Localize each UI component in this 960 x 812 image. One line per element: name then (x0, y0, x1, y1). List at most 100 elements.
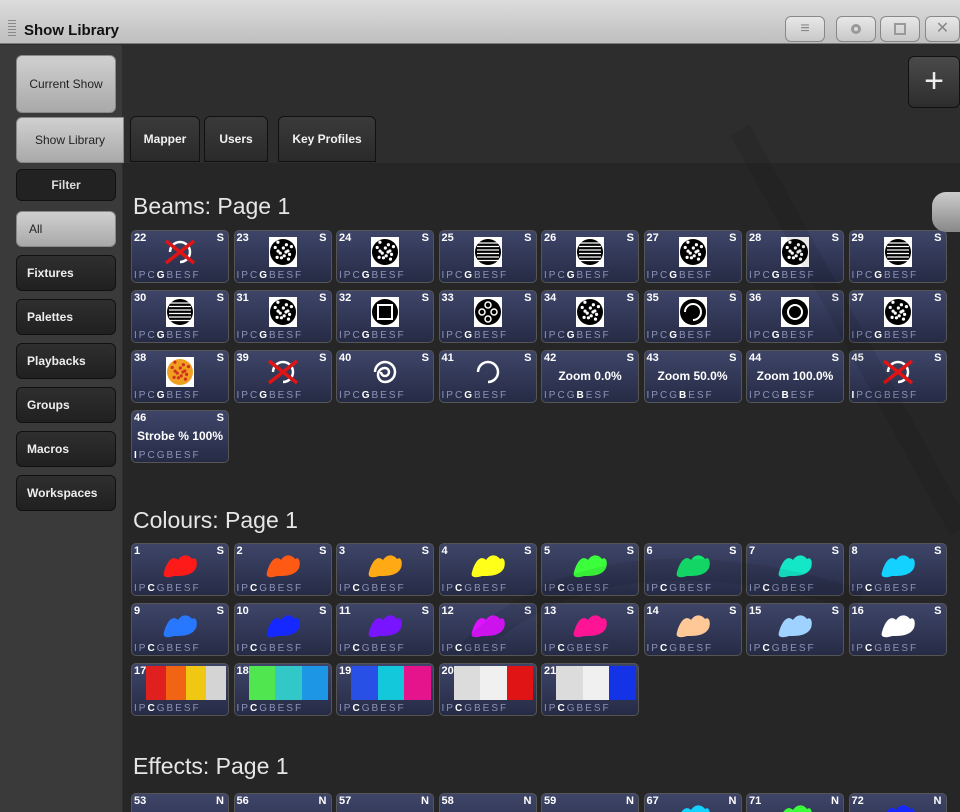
library-tile[interactable]: 42 S Zoom 0.0% IPCGBESF (541, 350, 639, 403)
colour-swatch-icon (163, 555, 197, 578)
library-tile[interactable]: 28 S IPCGBESF (746, 230, 844, 283)
attribute-letters: IPCGBESF (441, 703, 509, 714)
tile-number: 13 (544, 605, 557, 617)
library-tile[interactable]: 3 S IPCGBESF (336, 543, 434, 596)
library-tile[interactable]: 37 S IPCGBESF (848, 290, 947, 343)
library-tile[interactable]: 56NIPCGBESF (233, 793, 332, 812)
drag-grip[interactable] (8, 20, 16, 38)
library-tile[interactable]: 38 S IPCGBESF (131, 350, 229, 403)
library-tile[interactable]: 9 S IPCGBESF (131, 603, 229, 656)
library-tile[interactable]: 26 S IPCGBESF (541, 230, 639, 283)
library-tile[interactable]: 58NIPCGBESF (438, 793, 537, 812)
attribute-letters: IPCGBESF (851, 643, 919, 654)
attribute-letters: IPCGBESF (236, 703, 304, 714)
library-tile[interactable]: 20NIPCGBESF (438, 663, 537, 716)
gobo-stripes-icon (473, 237, 502, 267)
close-icon[interactable]: ✕ (925, 16, 960, 42)
library-tile[interactable]: 22 S IPCGBESF (131, 230, 229, 283)
gobo-colour-icon (166, 357, 194, 387)
filter-fixtures[interactable]: Fixtures (16, 255, 116, 291)
library-tile[interactable]: 41 S IPCGBESF (438, 350, 537, 403)
show-library-button[interactable]: Show Library (16, 117, 124, 163)
attribute-letters: IPCGBESF (851, 583, 919, 594)
library-tile[interactable]: 29 S IPCGBESF (848, 230, 947, 283)
filter-groups[interactable]: Groups (16, 387, 116, 423)
library-tile[interactable]: 36 S IPCGBESF (746, 290, 844, 343)
library-tile[interactable]: 18NIPCGBESF (233, 663, 332, 716)
library-tile[interactable]: 1 S IPCGBESF (131, 543, 229, 596)
library-tile[interactable]: 7 S IPCGBESF (746, 543, 844, 596)
attribute-letters: IPCGBESF (339, 703, 406, 714)
colour-stripe (506, 666, 534, 700)
scroll-handle[interactable] (932, 192, 960, 232)
filter-workspaces[interactable]: Workspaces (16, 475, 116, 511)
library-tile[interactable]: 23 S IPCGBESF (233, 230, 332, 283)
library-tile[interactable]: 32 S IPCGBESF (336, 290, 434, 343)
gobo-cracks-icon (268, 297, 297, 327)
filter-macros[interactable]: Macros (16, 431, 116, 467)
library-tile[interactable]: 2 S IPCGBESF (233, 543, 332, 596)
library-tile[interactable]: 14 S IPCGBESF (643, 603, 742, 656)
menu-icon[interactable]: ≡ (785, 16, 825, 42)
tile-number: 8 (851, 545, 858, 557)
filter-playbacks[interactable]: Playbacks (16, 343, 116, 379)
colour-swatch-icon (881, 615, 915, 638)
colour-stripe (480, 666, 507, 700)
library-tile[interactable]: 39 S IPCGBESF (233, 350, 332, 403)
gobo-ring-icon (781, 297, 809, 327)
tab-key-profiles[interactable]: Key Profiles (278, 116, 376, 162)
tile-flag: S (216, 412, 224, 424)
tab-mapper[interactable]: Mapper (130, 116, 200, 162)
library-tile[interactable]: 53NIPCGBESF (131, 793, 229, 812)
filter-all[interactable]: All (16, 211, 116, 247)
attribute-letters: IPCGBESF (134, 270, 201, 281)
gobo-rotate-icon (476, 360, 499, 384)
library-tile[interactable]: 25 S IPCGBESF (438, 230, 537, 283)
library-tile[interactable]: 12 S IPCGBESF (438, 603, 537, 656)
library-tile[interactable]: 43 S Zoom 50.0% IPCGBESF (643, 350, 742, 403)
filter-palettes[interactable]: Palettes (16, 299, 116, 335)
library-tile[interactable]: 40 S IPCGBESF (336, 350, 434, 403)
library-tile[interactable]: 59NIPCGBESF (541, 793, 639, 812)
library-tile[interactable]: 19NIPCGBESF (336, 663, 434, 716)
library-tile[interactable]: 67NIPCGBESF (643, 793, 742, 812)
library-tile[interactable]: 34 S IPCGBESF (541, 290, 639, 343)
library-tile[interactable]: 44 S Zoom 100.0% IPCGBESF (746, 350, 844, 403)
library-tile[interactable]: 24 S IPCGBESF (336, 230, 434, 283)
library-tile[interactable]: 71NIPCGBESF (746, 793, 844, 812)
colour-swatch-icon (573, 615, 607, 638)
tile-label: Zoom 100.0% (756, 369, 834, 383)
library-tile[interactable]: 31 S IPCGBESF (233, 290, 332, 343)
colour-stripe (146, 666, 166, 700)
library-tile[interactable]: 11 S IPCGBESF (336, 603, 434, 656)
library-tile[interactable]: 27 S IPCGBESF (643, 230, 742, 283)
library-tile[interactable]: 17NIPCGBESF (131, 663, 229, 716)
tab-users[interactable]: Users (204, 116, 268, 162)
library-tile[interactable]: 5 S IPCGBESF (541, 543, 639, 596)
library-tile[interactable]: 46 S Strobe % 100% IPCGBESF (131, 410, 229, 463)
library-tile[interactable]: 33 S IPCGBESF (438, 290, 537, 343)
library-tile[interactable]: 8 S IPCGBESF (848, 543, 947, 596)
library-tile[interactable]: 45 S IPCGBESF (848, 350, 947, 403)
library-tile[interactable]: 15 S IPCGBESF (746, 603, 844, 656)
tile-flag: S (524, 352, 532, 364)
library-tile[interactable]: 57NIPCGBESF (336, 793, 434, 812)
library-tile[interactable]: 35 S IPCGBESF (643, 290, 742, 343)
library-tile[interactable]: 13 S IPCGBESF (541, 603, 639, 656)
add-button[interactable]: + (908, 56, 960, 108)
gear-icon[interactable] (836, 16, 876, 42)
library-tile[interactable]: 30 S IPCGBESF (131, 290, 229, 343)
tile-flag: S (729, 232, 737, 244)
library-tile[interactable]: 4 S IPCGBESF (438, 543, 537, 596)
tile-number: 43 (646, 352, 659, 364)
library-tile[interactable]: 16 S IPCGBESF (848, 603, 947, 656)
attribute-letters: IPCGBESF (544, 703, 611, 714)
attribute-letters: IPCGBESF (134, 330, 201, 341)
library-tile[interactable]: 21NIPCGBESF (541, 663, 639, 716)
current-show-button[interactable]: Current Show (16, 55, 116, 113)
restore-icon[interactable] (880, 16, 920, 42)
attribute-letters: IPCGBESF (646, 583, 714, 594)
library-tile[interactable]: 72NIPCGBESF (848, 793, 947, 812)
library-tile[interactable]: 6 S IPCGBESF (643, 543, 742, 596)
library-tile[interactable]: 10 S IPCGBESF (233, 603, 332, 656)
